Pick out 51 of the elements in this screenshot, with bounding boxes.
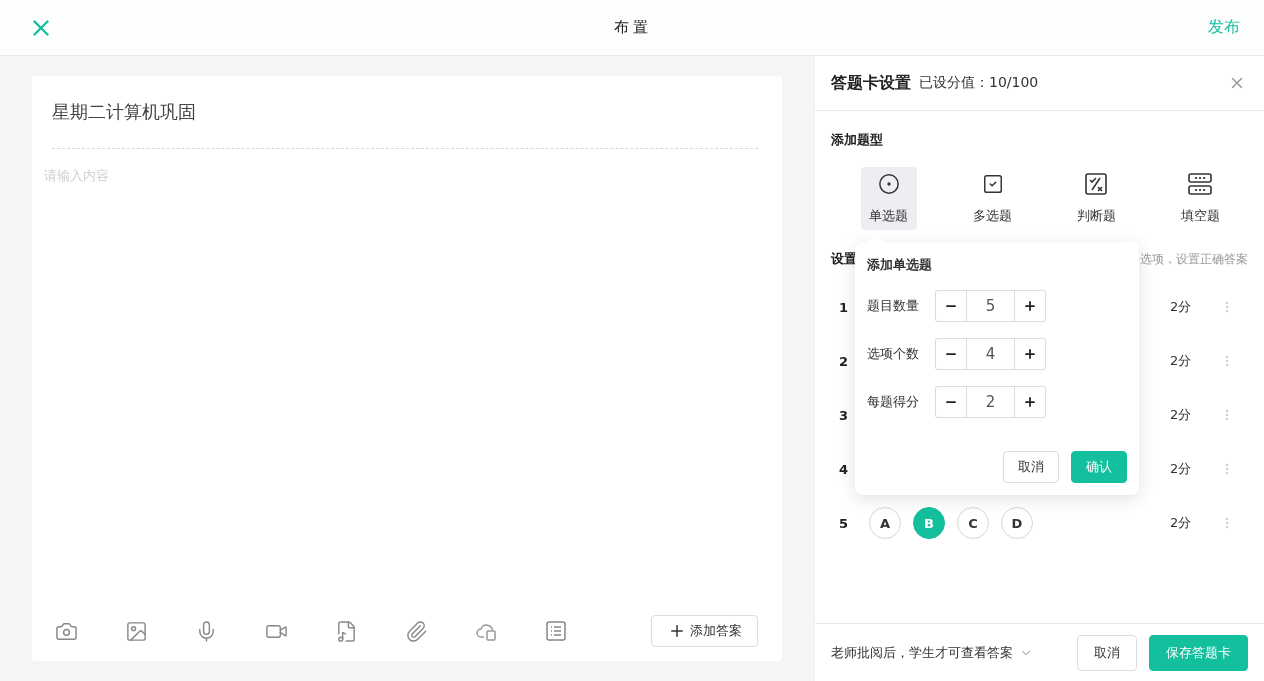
question-number: 4 [838, 461, 850, 477]
page-title: 布 置 [613, 18, 649, 37]
panel-title: 答题卡设置 [831, 72, 911, 94]
question-score: 2分 [1170, 460, 1193, 478]
radio-icon [877, 172, 900, 195]
popup-title: 添加单选题 [867, 256, 933, 274]
question-type-tab[interactable]: 填空题 [1172, 167, 1229, 230]
music-file-icon [335, 619, 358, 643]
number-field[interactable]: 4 [966, 338, 1015, 370]
increment-button[interactable] [1015, 338, 1046, 370]
question-score: 2分 [1170, 298, 1193, 316]
question-type-tab[interactable]: 多选题 [964, 167, 1021, 230]
field-label: 每题得分 [867, 393, 920, 411]
answer-option[interactable]: C [957, 507, 989, 539]
checkbox-icon [981, 172, 1004, 195]
question-number: 1 [838, 299, 850, 315]
question-type-tab[interactable]: 判断题 [1068, 167, 1125, 230]
add-answer-button[interactable]: 添加答案 [651, 615, 758, 647]
image-icon [125, 619, 148, 643]
field-label: 题目数量 [867, 297, 920, 315]
question-score: 2分 [1170, 406, 1193, 424]
settings-hint: 选项，设置正确答案 [1140, 250, 1248, 268]
question-number: 5 [838, 515, 850, 531]
paperclip-icon [405, 619, 428, 643]
decrement-button[interactable] [935, 386, 966, 418]
decrement-button[interactable] [935, 290, 966, 322]
increment-button[interactable] [1015, 386, 1046, 418]
plus-icon [1023, 299, 1037, 313]
question-type-tab[interactable]: 单选题 [860, 167, 917, 230]
question-number: 3 [838, 407, 850, 423]
plus-icon [1023, 347, 1037, 361]
cancel-button[interactable]: 取消 [1077, 634, 1137, 671]
visibility-dropdown[interactable]: 老师批阅后，学生才可查看答案 [831, 643, 1033, 662]
assignment-title: 星期二计算机巩固 [52, 100, 197, 124]
score-total: 已设分值：10/100 [919, 74, 1039, 92]
list-icon [545, 620, 567, 642]
cancel-button[interactable]: 取消 [1003, 451, 1059, 483]
answer-option[interactable]: A [869, 507, 901, 539]
increment-button[interactable] [1015, 290, 1046, 322]
number-field[interactable]: 5 [966, 290, 1015, 322]
question-score: 2分 [1170, 514, 1193, 532]
fill-blank-icon [1188, 172, 1213, 195]
decrement-button[interactable] [935, 338, 966, 370]
judge-icon [1085, 172, 1108, 195]
question-number: 2 [838, 353, 850, 369]
section-heading: 添加题型 [831, 132, 883, 147]
question-score: 2分 [1170, 352, 1193, 370]
field-label: 选项个数 [867, 345, 920, 363]
number-field[interactable]: 2 [966, 386, 1015, 418]
answer-option[interactable]: D [1001, 507, 1033, 539]
plus-icon [1023, 395, 1037, 409]
